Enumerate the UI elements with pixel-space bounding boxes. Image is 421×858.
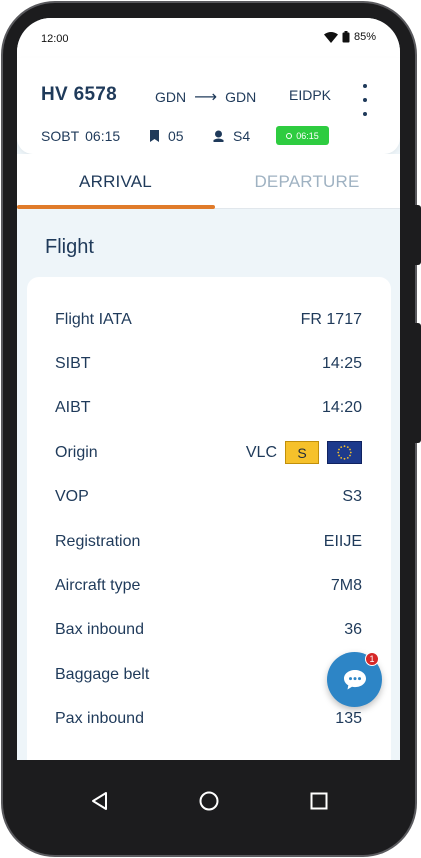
detail-value: S3 bbox=[342, 488, 362, 505]
battery-icon bbox=[342, 31, 350, 43]
power-button bbox=[415, 323, 421, 443]
detail-label: AIBT bbox=[55, 399, 91, 416]
schengen-badge: S bbox=[285, 441, 319, 464]
origin-code: VLC bbox=[245, 443, 277, 461]
nav-recent-apps-button[interactable] bbox=[306, 788, 332, 814]
detail-label: Origin bbox=[55, 444, 98, 461]
more-dot bbox=[363, 84, 367, 88]
detail-label: Aircraft type bbox=[55, 577, 141, 594]
status-time-badge: 06:15 bbox=[276, 126, 329, 145]
detail-label: SIBT bbox=[55, 355, 91, 372]
route: GDN ⟶ GDN bbox=[155, 87, 256, 107]
gate-pin-icon bbox=[213, 130, 224, 142]
sobt-label: SOBT bbox=[41, 128, 80, 144]
detail-row-registration: Registration EIIJE bbox=[27, 527, 391, 557]
detail-label: Flight IATA bbox=[55, 311, 132, 328]
nav-back-button[interactable] bbox=[87, 788, 113, 814]
stand-value: 05 bbox=[168, 128, 184, 144]
recent-square-icon bbox=[310, 792, 328, 810]
clock-icon bbox=[286, 132, 293, 139]
nav-home-button[interactable] bbox=[196, 788, 222, 814]
tab-departure[interactable]: DEPARTURE bbox=[214, 154, 400, 209]
route-destination: GDN bbox=[225, 89, 257, 105]
home-circle-icon bbox=[199, 791, 219, 811]
detail-row-vop: VOP S3 bbox=[27, 482, 391, 512]
detail-value: 135 bbox=[335, 710, 362, 727]
route-origin: GDN bbox=[155, 89, 187, 105]
flight-number: HV 6578 bbox=[41, 84, 118, 105]
section-title: Flight bbox=[45, 236, 94, 258]
origin-value-group: VLC S bbox=[246, 441, 362, 464]
more-dot bbox=[363, 112, 367, 116]
status-icons: 85% bbox=[323, 31, 376, 43]
tab-bar: ARRIVAL DEPARTURE bbox=[17, 154, 400, 209]
unread-badge: 1 bbox=[365, 652, 379, 666]
detail-value: EIIJE bbox=[323, 533, 362, 550]
detail-row-flight-iata: Flight IATA FR 1717 bbox=[27, 305, 391, 335]
detail-row-aibt: AIBT 14:20 bbox=[27, 393, 391, 423]
detail-label: Pax inbound bbox=[55, 710, 144, 727]
stand: 05 bbox=[150, 128, 184, 144]
battery-level: 85% bbox=[353, 31, 376, 43]
eu-flag-icon bbox=[327, 441, 362, 464]
detail-label: Baggage belt bbox=[55, 666, 150, 683]
tab-arrival[interactable]: ARRIVAL bbox=[17, 154, 214, 209]
more-dot bbox=[363, 98, 367, 102]
sobt-time: 06:15 bbox=[85, 128, 121, 144]
gate: S4 bbox=[213, 128, 250, 144]
status-bar: 12:00 85% bbox=[17, 18, 400, 58]
sobt: SOBT 06:15 bbox=[41, 128, 120, 144]
active-tab-indicator bbox=[17, 205, 215, 209]
detail-label: VOP bbox=[55, 488, 89, 505]
status-badge-time: 06:15 bbox=[296, 130, 319, 141]
detail-value: 14:20 bbox=[321, 399, 362, 416]
detail-value: 36 bbox=[344, 621, 362, 638]
stand-icon bbox=[150, 130, 159, 142]
aircraft-registration: EIDPK bbox=[289, 87, 332, 103]
wifi-icon bbox=[323, 31, 338, 43]
detail-row-aircraft-type: Aircraft type 7M8 bbox=[27, 571, 391, 601]
detail-value: 7M8 bbox=[330, 577, 362, 594]
detail-row-sibt: SIBT 14:25 bbox=[27, 349, 391, 379]
back-triangle-icon bbox=[92, 792, 107, 810]
app-screen: 12:00 85% HV 6578 GDN ⟶ GDN EIDPK SOBT 0… bbox=[17, 18, 400, 760]
detail-row-pax-inbound: Pax inbound 135 bbox=[27, 704, 391, 734]
volume-button bbox=[415, 205, 421, 265]
gate-value: S4 bbox=[233, 128, 251, 144]
detail-row-bax-inbound: Bax inbound 36 bbox=[27, 615, 391, 645]
detail-label: Registration bbox=[55, 533, 141, 550]
flight-header: HV 6578 GDN ⟶ GDN EIDPK SOBT 06:15 05 S4… bbox=[17, 58, 400, 154]
arrow-right-icon: ⟶ bbox=[194, 89, 218, 106]
detail-label: Bax inbound bbox=[55, 621, 144, 638]
more-menu-button[interactable] bbox=[360, 84, 370, 116]
detail-value: 14:25 bbox=[321, 355, 362, 372]
system-nav-bar bbox=[17, 760, 400, 842]
chat-bubble-icon bbox=[343, 669, 366, 689]
status-time: 12:00 bbox=[41, 33, 69, 45]
detail-row-origin: Origin VLC S bbox=[27, 438, 391, 468]
detail-value: FR 1717 bbox=[300, 311, 362, 328]
